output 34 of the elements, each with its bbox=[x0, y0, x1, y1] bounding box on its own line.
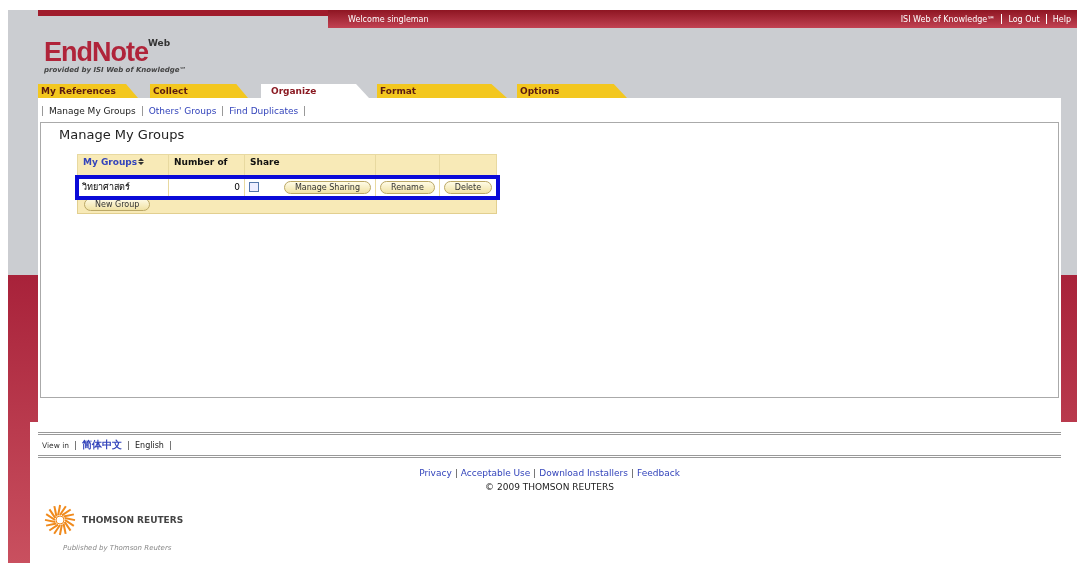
welcome-text: Welcome singleman bbox=[348, 14, 429, 24]
footer-link[interactable]: Acceptable Use bbox=[460, 468, 531, 478]
manage-sharing-button[interactable]: Manage Sharing bbox=[283, 180, 371, 194]
sub-tab[interactable]: Others' Groups bbox=[142, 105, 224, 116]
sort-icon bbox=[138, 158, 145, 165]
nav-tab[interactable]: Options bbox=[517, 84, 627, 98]
sub-tab[interactable]: Find Duplicates bbox=[223, 105, 306, 116]
footer-link[interactable]: Privacy bbox=[419, 468, 452, 478]
logo-superscript: Web bbox=[148, 38, 171, 48]
nav-tab[interactable]: Organize bbox=[261, 84, 369, 98]
header-link[interactable]: Log Out bbox=[1008, 14, 1040, 24]
footer-link[interactable]: Download Installers bbox=[539, 468, 628, 478]
nav-tab[interactable]: My References bbox=[38, 84, 138, 98]
logo-wordmark: EndNote bbox=[44, 38, 148, 66]
language-link[interactable]: English bbox=[135, 440, 164, 450]
share-checkbox[interactable] bbox=[249, 182, 259, 192]
group-name: วิทยาศาสตร์ bbox=[77, 177, 169, 197]
nav-tab[interactable]: Format bbox=[377, 84, 507, 98]
nav-tab[interactable]: Collect bbox=[150, 84, 248, 98]
sub-tab[interactable]: Manage My Groups bbox=[42, 105, 143, 116]
language-link[interactable]: 简体中文 bbox=[82, 438, 123, 452]
brand-name: THOMSON REUTERS bbox=[82, 515, 184, 525]
reference-count: 0 bbox=[168, 177, 245, 197]
column-header: Share bbox=[244, 154, 376, 178]
header-link[interactable]: Help bbox=[1052, 14, 1071, 24]
column-header[interactable]: My Groups bbox=[77, 154, 169, 178]
column-header: Number of bbox=[168, 154, 245, 178]
rename-button[interactable]: Rename bbox=[380, 180, 435, 194]
radial-logo-icon bbox=[44, 504, 76, 536]
footer-link[interactable]: Feedback bbox=[637, 468, 680, 478]
copyright-text: © 2009 THOMSON REUTERS bbox=[484, 482, 615, 492]
page-title: Manage My Groups bbox=[59, 127, 186, 142]
header-link[interactable]: ISI Web of Knowledge℠ bbox=[900, 14, 996, 24]
delete-button[interactable]: Delete bbox=[443, 180, 493, 194]
